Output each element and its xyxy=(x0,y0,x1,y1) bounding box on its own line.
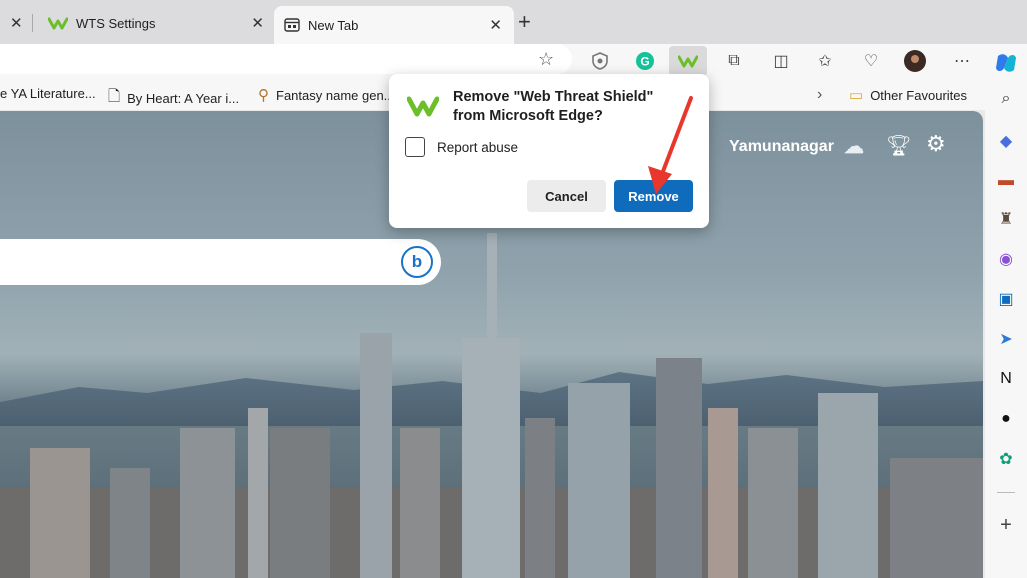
tab-close-icon[interactable]: ✕ xyxy=(489,16,502,34)
notion-icon[interactable]: N xyxy=(993,366,1019,392)
sidebar-rail: ⌕ ◆ ▬ ♜ ◉ ▣ ➤ N ● ✿ + xyxy=(985,44,1027,578)
telegram-icon[interactable]: ➤ xyxy=(993,326,1019,352)
extensions-puzzle-icon[interactable]: ⧉ xyxy=(721,48,747,74)
chatgpt-icon[interactable]: ✿ xyxy=(993,446,1019,472)
tag-icon[interactable]: ◆ xyxy=(993,128,1019,154)
grammarly-icon[interactable]: G xyxy=(632,48,658,74)
report-abuse-checkbox[interactable] xyxy=(405,137,425,157)
copilot-icon[interactable] xyxy=(993,50,1019,76)
bookmark-label: Fantasy name gen... xyxy=(276,87,395,103)
settings-gear-icon[interactable]: ⚙ xyxy=(926,131,946,157)
outlook-icon[interactable]: ▣ xyxy=(993,286,1019,312)
favorites-icon[interactable]: ✩ xyxy=(812,48,838,74)
toolbar: ☆ G ⧉ ◫ ✩ ♡ ⋯ xyxy=(0,44,985,78)
weather-widget[interactable]: Yamunanagar ☁ xyxy=(729,134,864,159)
tab-title: WTS Settings xyxy=(76,15,156,31)
tab-strip: ✕ WTS Settings ✕ New Tab ✕ + xyxy=(0,0,1027,44)
profile-avatar[interactable] xyxy=(902,48,928,74)
browser-essentials-icon[interactable]: ♡ xyxy=(858,48,884,74)
report-abuse-label[interactable]: Report abuse xyxy=(437,140,518,155)
weather-city: Yamunanagar xyxy=(729,137,834,155)
search-box[interactable]: b xyxy=(0,239,441,285)
cancel-button[interactable]: Cancel xyxy=(527,180,606,212)
tab-title: New Tab xyxy=(308,17,359,33)
page-icon: 🗋 xyxy=(108,88,121,105)
bookmark-label: By Heart: A Year i... xyxy=(127,91,240,106)
bookmark-label: e YA Literature... xyxy=(0,86,96,101)
more-menu-icon[interactable]: ⋯ xyxy=(949,48,975,74)
search-icon[interactable]: ⌕ xyxy=(993,86,1019,112)
tab-close-icon[interactable]: ✕ xyxy=(10,14,23,32)
tab-wts-settings[interactable]: WTS Settings ✕ xyxy=(36,6,270,40)
shield-extension-icon[interactable] xyxy=(587,48,613,74)
annotation-arrow xyxy=(648,96,693,194)
tab-separator xyxy=(32,14,33,32)
new-tab-button[interactable]: + xyxy=(518,10,531,34)
tab-partial[interactable]: ✕ xyxy=(0,6,30,40)
split-screen-icon[interactable]: ◫ xyxy=(768,48,794,74)
tab-new-tab[interactable]: New Tab ✕ xyxy=(274,6,514,44)
other-favourites-folder[interactable]: ▭ Other Favourites xyxy=(849,86,967,104)
circle-app-icon[interactable]: ● xyxy=(993,406,1019,432)
cloud-icon: ☁ xyxy=(843,136,864,158)
rail-divider xyxy=(997,492,1015,493)
chess-icon[interactable]: ♜ xyxy=(993,206,1019,232)
new-tab-page-icon xyxy=(284,18,300,32)
rewards-trophy-icon[interactable]: 🏆︎ xyxy=(886,133,911,158)
bookmark-label: Other Favourites xyxy=(870,87,968,103)
microsoft365-icon[interactable]: ◉ xyxy=(993,246,1019,272)
bookmarks-overflow-chevron-icon[interactable]: › xyxy=(817,86,822,104)
tab-close-icon[interactable]: ✕ xyxy=(251,14,264,32)
folder-icon: ▭ xyxy=(849,87,864,104)
favorite-star-icon[interactable]: ☆ xyxy=(538,49,554,70)
wts-logo-icon xyxy=(48,17,68,30)
wts-logo-icon xyxy=(407,96,439,117)
bookmark-item[interactable]: e YA Literature... xyxy=(0,86,96,101)
wts-extension-icon[interactable] xyxy=(669,46,707,76)
toolbox-icon[interactable]: ▬ xyxy=(993,168,1019,194)
background-cityscape xyxy=(0,233,983,578)
fantasy-site-icon: ⚲ xyxy=(258,87,269,104)
bookmark-item[interactable]: ⚲ Fantasy name gen... xyxy=(258,86,395,104)
bing-chat-icon[interactable]: b xyxy=(401,246,433,278)
address-bar[interactable]: ☆ xyxy=(0,44,572,74)
svg-text:G: G xyxy=(640,55,649,69)
bookmark-item[interactable]: 🗋 By Heart: A Year i... xyxy=(108,86,239,111)
add-icon[interactable]: + xyxy=(993,512,1019,538)
